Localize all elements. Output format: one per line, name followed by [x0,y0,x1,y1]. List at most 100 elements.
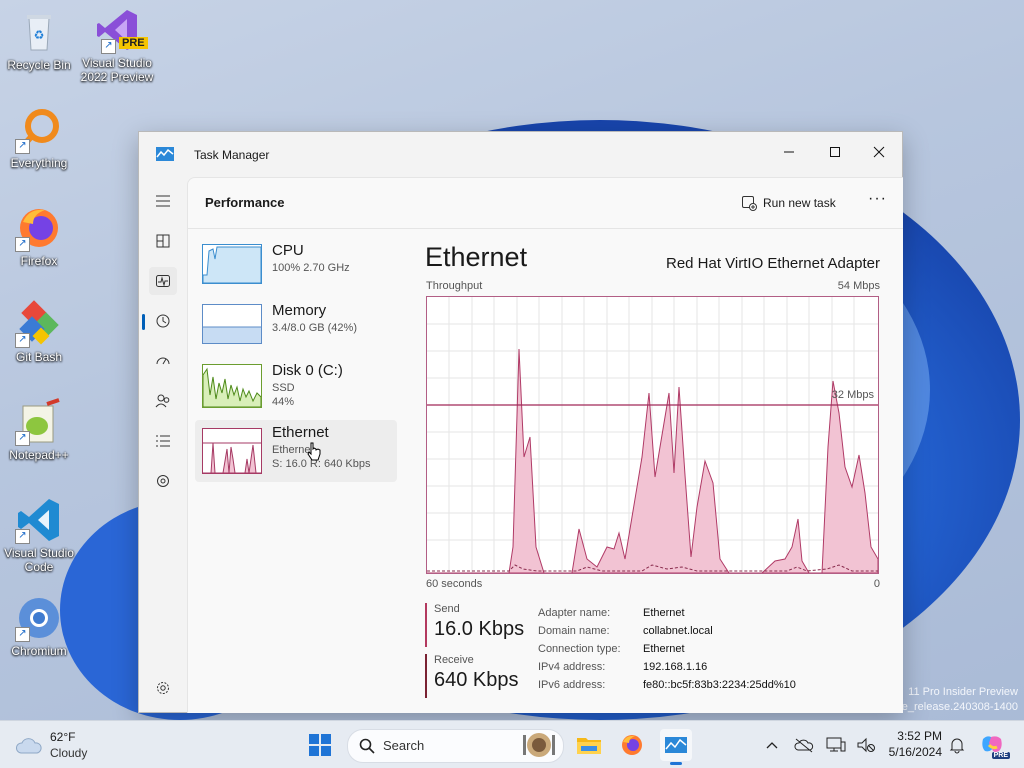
run-new-task-label: Run new task [763,196,836,210]
resource-item-disk[interactable]: Disk 0 (C:) SSD 44% [195,358,397,420]
desktop-icon-visual-studio-2022-preview[interactable]: PRE ↗ Visual Studio 2022 Preview [78,6,156,84]
desktop-icon-visual-studio-code[interactable]: ↗ Visual Studio Code [0,496,78,574]
services-icon [157,475,169,487]
start-button[interactable] [304,729,336,761]
desktop-icon-chromium[interactable]: ↗ Chromium [0,594,78,658]
resource-detail: 100% 2.70 GHz [272,262,350,274]
copilot-pre-badge: PRE [991,752,1010,759]
close-button[interactable] [856,138,902,166]
maximize-button[interactable] [812,138,858,166]
nav-selection-indicator [142,314,145,330]
startup-apps-icon [156,357,170,365]
desktop-icon-notepad-plus-plus[interactable]: ↗ Notepad++ [0,398,78,462]
resource-item-cpu[interactable]: CPU 100% 2.70 GHz [195,238,397,300]
desktop-icon-label: Visual Studio 2022 Preview [80,56,154,84]
nav-menu-button[interactable] [149,187,177,215]
resource-name: Disk 0 (C:) [272,362,343,379]
desktop-icon-everything[interactable]: ↗ Everything [0,106,78,170]
task-manager-window: Task Manager Performance Run new task ··… [138,131,903,713]
taskbar-task-manager[interactable] [660,729,692,765]
resource-item-ethernet[interactable]: Ethernet Ethernet S: 16.0 R: 640 Kbps [195,420,397,482]
desktop-icon-label: Notepad++ [9,448,69,462]
property-value: Ethernet [643,607,685,619]
run-new-task-icon [742,196,757,211]
desktop-icon-label: Firefox [20,254,58,268]
notifications-button[interactable] [941,729,973,761]
resource-throughput: S: 16.0 R: 640 Kbps [272,458,371,470]
desktop-icon-firefox[interactable]: ↗ Firefox [0,204,78,268]
send-label: Send [434,603,460,615]
resource-item-memory[interactable]: Memory 3.4/8.0 GB (42%) [195,298,397,360]
property-key: IPv6 address: [538,679,606,691]
shortcut-arrow-icon: ↗ [15,333,30,348]
details-icon [156,435,170,447]
receive-stat: Receive 640 Kbps [425,654,534,698]
shortcut-arrow-icon: ↗ [101,39,116,54]
windows-build-watermark-line2: e_release.240308-1400 [901,701,1018,713]
clock-date: 5/16/2024 [888,745,942,759]
weather-temperature: 62°F [50,730,76,744]
desktop-icon-label: Everything [10,156,68,170]
preview-badge: PRE [119,37,148,49]
receive-value: 640 Kbps [434,669,519,691]
network-monitor-icon [826,737,846,752]
taskbar-file-explorer[interactable] [573,729,605,761]
shortcut-arrow-icon: ↗ [15,431,30,446]
system-clock[interactable]: 3:52 PM 5/16/2024 [882,728,942,760]
header-divider [188,228,903,229]
resource-name: Memory [272,302,327,319]
title-bar[interactable]: Task Manager [139,132,902,177]
time-axis-start: 60 seconds [426,578,483,590]
resource-usage: 44% [272,396,295,408]
run-new-task-button[interactable]: Run new task [741,191,836,215]
shortcut-arrow-icon: ↗ [15,139,30,154]
speaker-muted-icon [857,737,875,753]
throughput-graph: 32 Mbps [426,296,879,574]
taskbar-firefox[interactable] [616,729,648,761]
shortcut-arrow-icon: ↗ [15,237,30,252]
page-title: Performance [205,195,285,210]
minimize-button[interactable] [766,138,812,166]
copilot-button[interactable]: PRE [976,729,1010,761]
more-options-button[interactable]: ··· [868,190,887,208]
weather-description: Cloudy [50,746,88,760]
disk-thumbnail-graph [202,364,262,408]
nav-app-history[interactable] [149,307,177,335]
property-value: collabnet.local [643,625,713,637]
property-key: Connection type: [538,643,621,655]
throughput-graph-svg [427,297,879,574]
property-value: 192.168.1.16 [643,661,708,673]
property-value: Ethernet [643,643,685,655]
nav-users[interactable] [149,387,177,415]
settings-icon [157,682,169,694]
show-hidden-icons-button[interactable] [756,729,788,761]
nav-startup-apps[interactable] [149,347,177,375]
onedrive-status-button[interactable] [788,729,820,761]
cloud-icon [15,738,42,754]
property-key: Adapter name: [538,607,611,619]
nav-settings[interactable] [149,674,177,702]
nav-performance[interactable] [149,267,177,295]
desktop-icon-git-bash[interactable]: ↗ Git Bash [0,300,78,364]
nav-processes[interactable] [149,227,177,255]
task-manager-icon [665,737,687,753]
bell-icon [949,738,965,754]
network-status-button[interactable] [820,729,852,761]
nav-details[interactable] [149,427,177,455]
nav-services[interactable] [149,467,177,495]
ethernet-thumbnail-graph [202,428,262,474]
volume-status-button[interactable] [850,729,882,761]
send-stat: Send 16.0 Kbps [425,603,534,647]
scale-marker-label: 32 Mbps [831,389,874,401]
adapter-description: Red Hat VirtIO Ethernet Adapter [665,255,880,272]
performance-page: Performance Run new task ··· CPU 100% 2.… [187,177,903,713]
send-value: 16.0 Kbps [434,618,525,640]
resource-name: CPU [272,242,304,259]
taskbar-search-box[interactable]: Search [347,729,564,763]
desktop-icon-recycle-bin[interactable]: ♻ Recycle Bin [0,8,78,72]
file-explorer-icon [577,738,601,754]
recycle-bin-icon: ♻ [27,15,51,51]
receive-label: Receive [434,654,474,666]
desktop-icon-label: Recycle Bin [7,58,71,72]
svg-text:♻: ♻ [34,28,45,42]
